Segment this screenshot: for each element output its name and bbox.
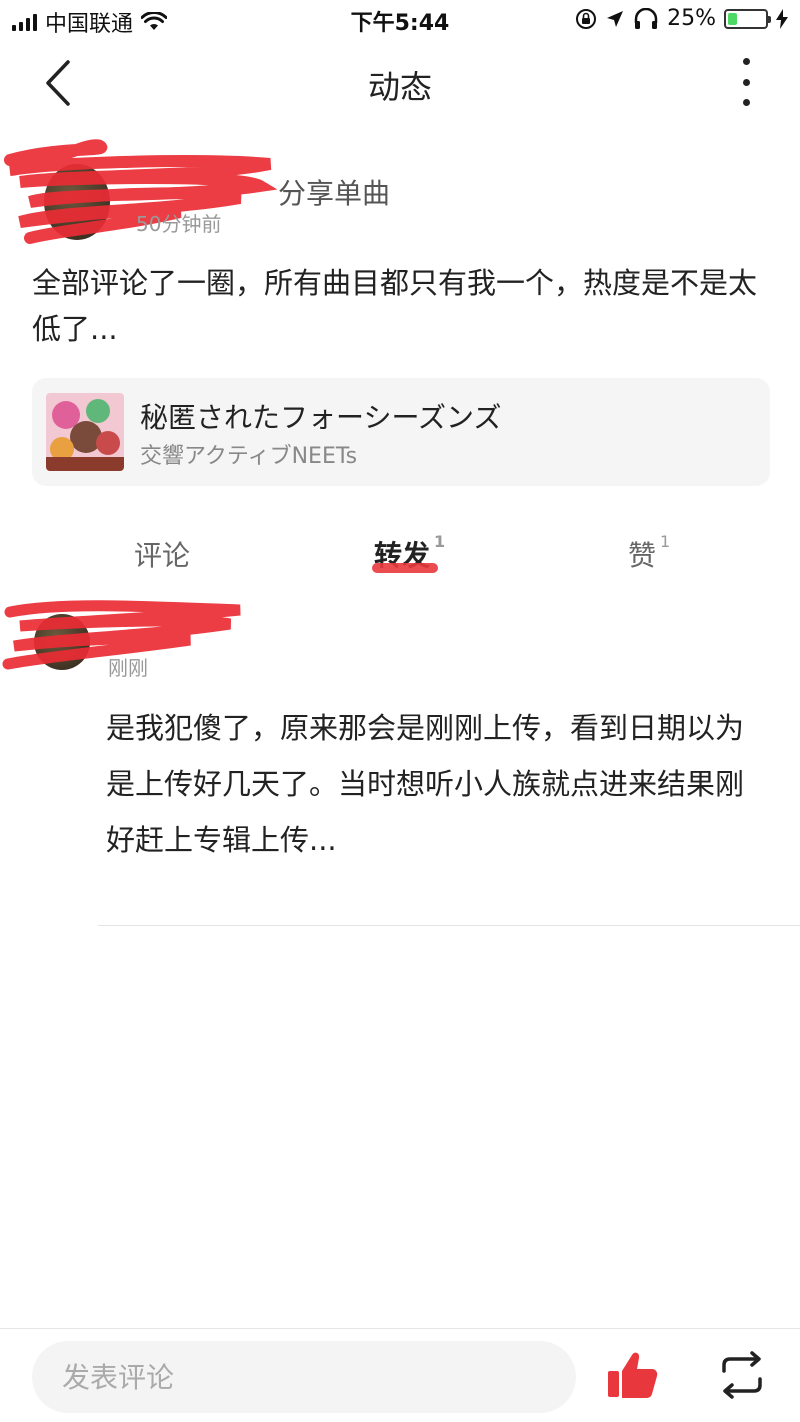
song-artist: 交響アクティブNEETs [140, 444, 358, 469]
battery-percent: 25% [667, 6, 716, 31]
forward-timestamp: 刚刚 [108, 656, 148, 680]
repost-button[interactable] [716, 1349, 768, 1401]
post-author-avatar[interactable] [44, 164, 110, 240]
divider [98, 925, 800, 926]
forward-body: 是我犯傻了，原来那会是刚刚上传，看到日期以为是上传好几天了。当时想听小人族就点进… [106, 711, 745, 857]
song-title: 秘匿されたフォーシーズンズ [140, 401, 502, 434]
bottom-bar [0, 1328, 800, 1422]
headphones-icon [634, 7, 658, 29]
song-card[interactable]: 秘匿されたフォーシーズンズ 交響アクティブNEETs [32, 378, 770, 486]
status-bar: 中国联通 下午5:44 25% [0, 0, 800, 40]
charging-icon [776, 8, 788, 29]
album-art-image [46, 393, 124, 471]
tab-likes-count: 1 [660, 532, 671, 551]
tab-forwards-count: 1 [434, 532, 446, 551]
tab-likes[interactable]: 赞1 [628, 532, 671, 574]
post-action-label: 分享单曲 [278, 177, 391, 210]
location-icon [607, 10, 624, 27]
album-cover [46, 393, 124, 471]
tab-comments-label: 评论 [134, 539, 191, 572]
post-body: 全部评论了一圈，所有曲目都只有我一个，热度是不是太低了... [32, 266, 758, 346]
comment-input[interactable] [32, 1341, 576, 1413]
page-title: 动态 [367, 68, 432, 106]
status-right: 25% [575, 6, 788, 31]
more-menu-button[interactable] [732, 58, 760, 106]
active-tab-indicator [372, 563, 438, 573]
nav-bar: 动态 [0, 40, 800, 124]
rotation-lock-icon [576, 8, 597, 29]
forward-author-avatar[interactable] [34, 614, 90, 670]
battery-icon [724, 8, 771, 29]
thumbs-up-icon [608, 1352, 658, 1398]
tab-comments[interactable]: 评论 [134, 534, 190, 574]
tab-bar: 评论 转发 1 赞1 [0, 520, 800, 590]
tab-likes-label: 赞 [628, 539, 657, 572]
like-button[interactable] [604, 1347, 660, 1403]
post-timestamp: 50分钟前 [136, 212, 222, 236]
repost-icon [722, 1351, 762, 1399]
more-dots-icon [742, 58, 750, 65]
battery-fill [728, 12, 737, 25]
